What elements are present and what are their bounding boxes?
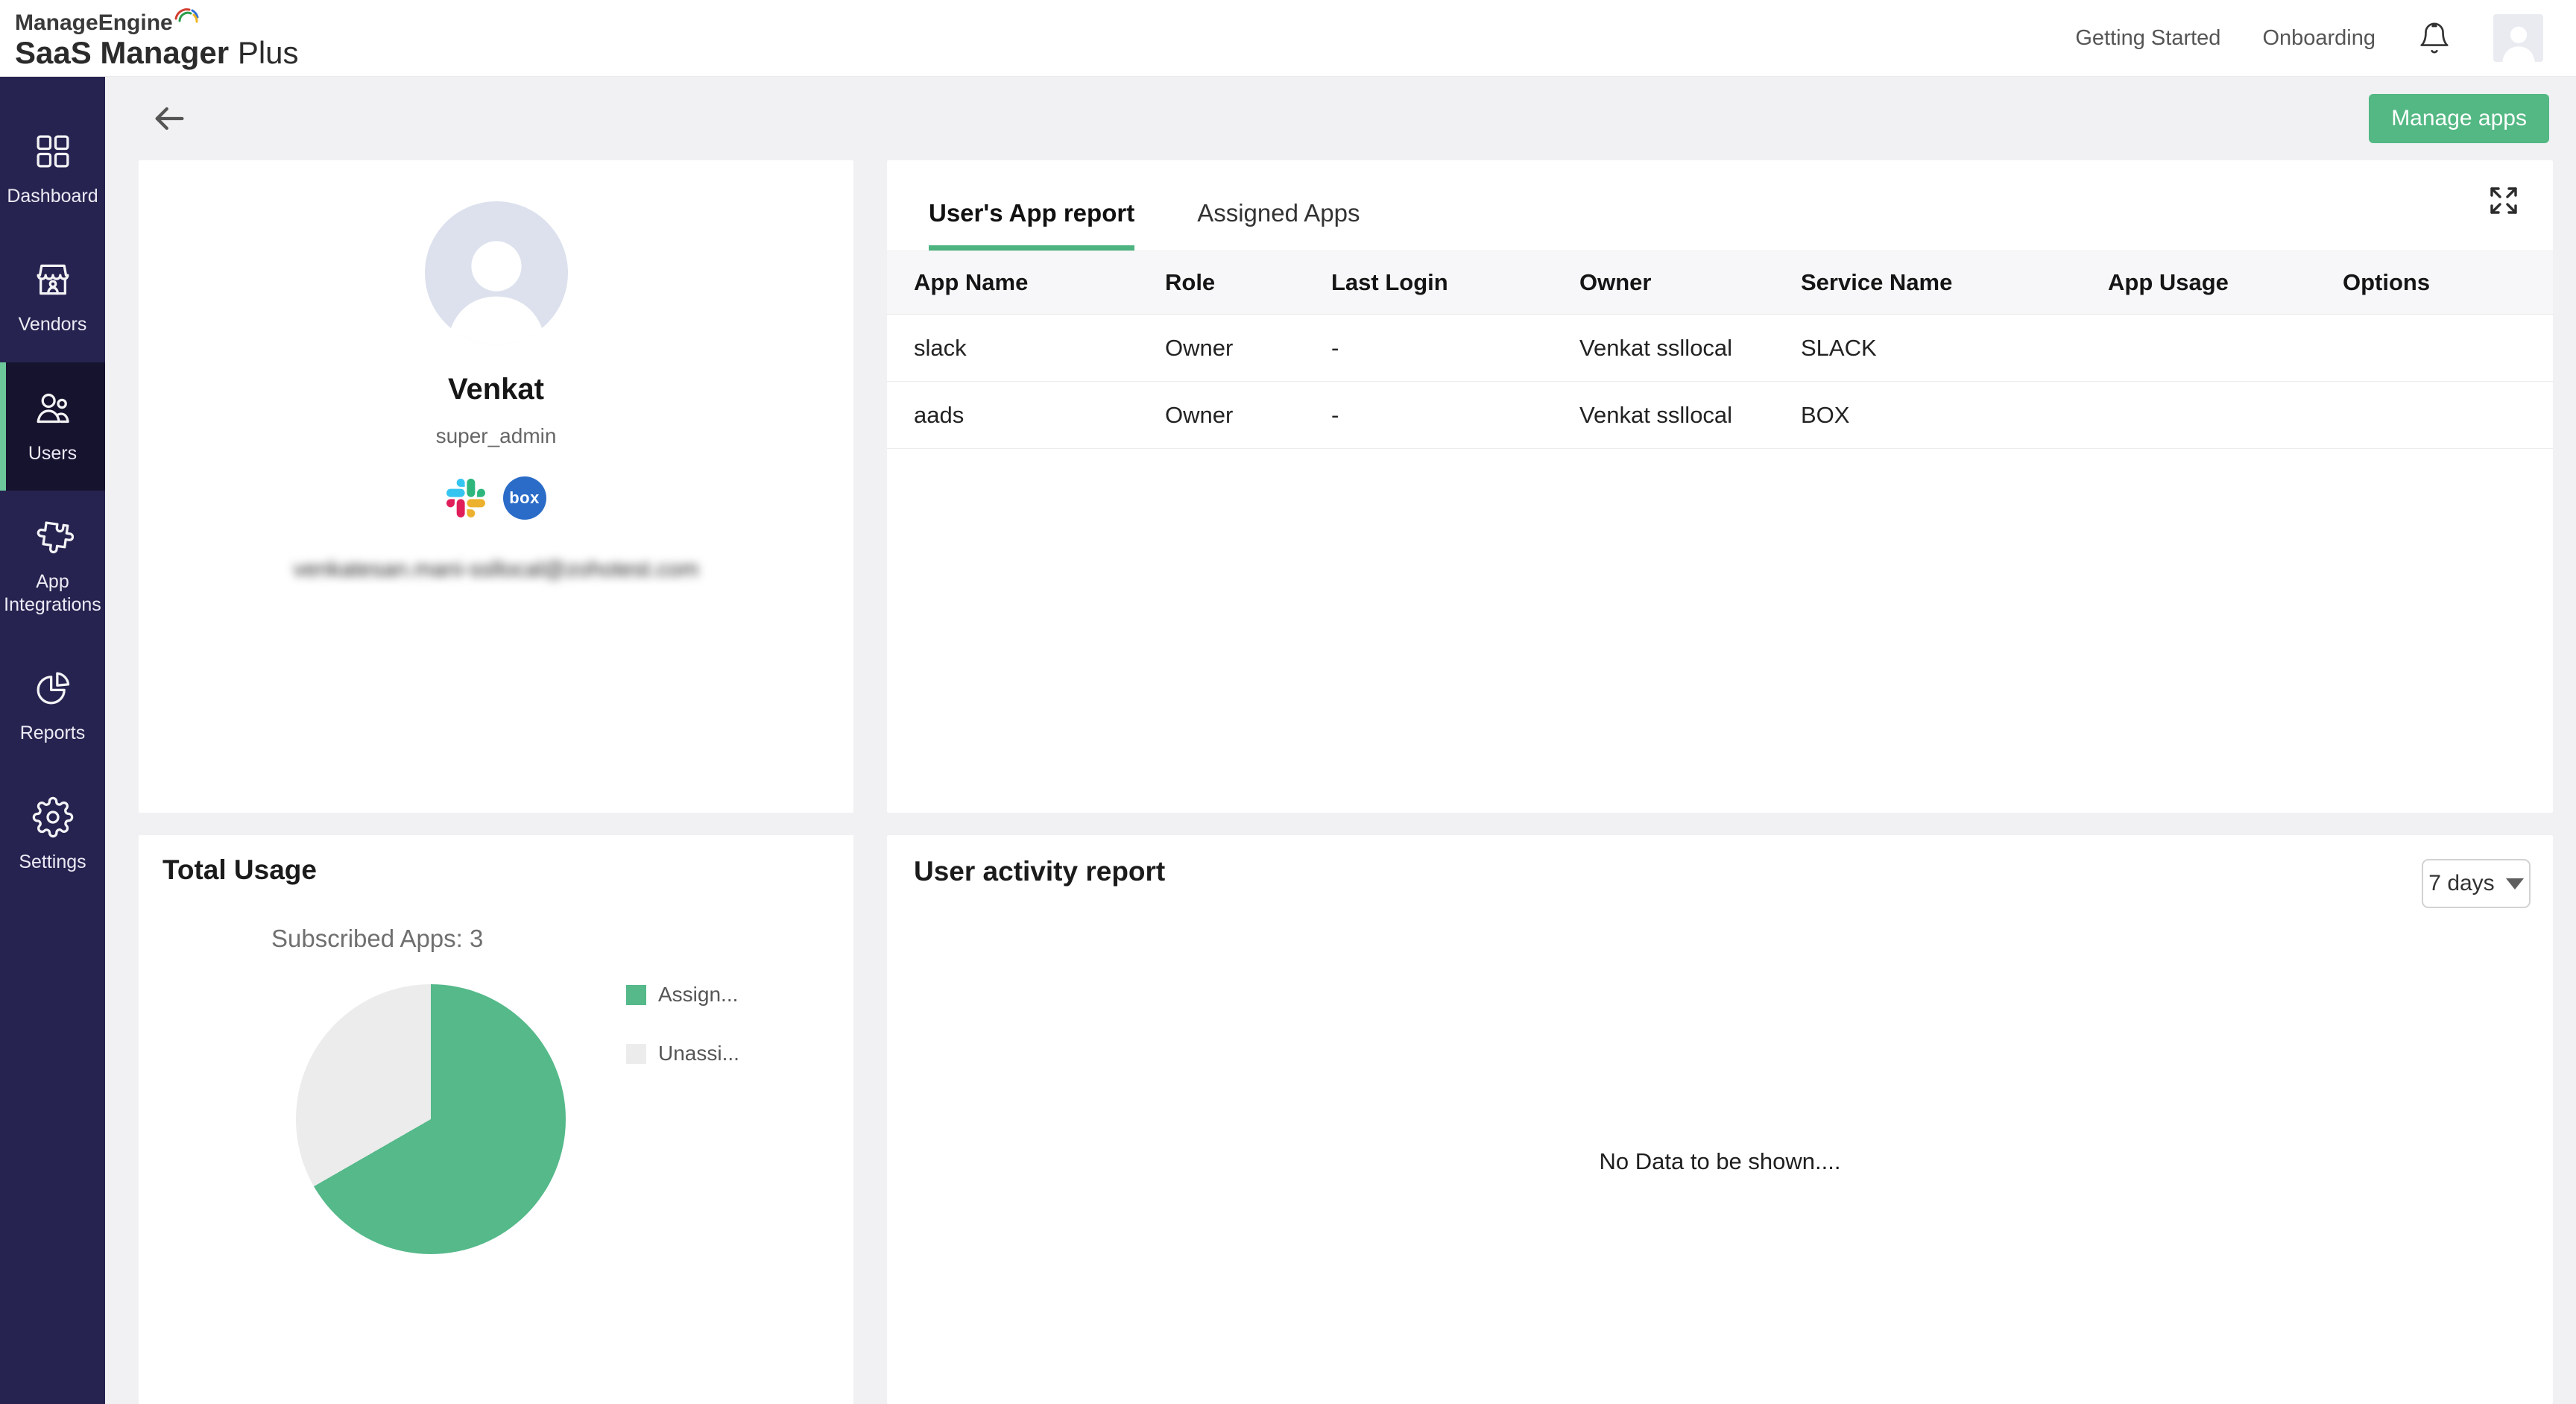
sidebar: Dashboard Vendors Users App Integrations… xyxy=(0,77,105,1404)
sidebar-item-settings[interactable]: Settings xyxy=(0,771,105,899)
back-arrow-icon[interactable] xyxy=(150,99,189,138)
legend-swatch-unassigned xyxy=(626,1044,646,1064)
avatar-silhouette-icon xyxy=(2496,19,2541,62)
legend-swatch-assigned xyxy=(626,985,646,1005)
manage-apps-button[interactable]: Manage apps xyxy=(2369,94,2549,143)
col-owner: Owner xyxy=(1579,269,1801,296)
no-data-message: No Data to be shown.... xyxy=(887,1148,2553,1175)
sidebar-item-users[interactable]: Users xyxy=(0,362,105,491)
cell-service-name: BOX xyxy=(1801,402,2108,429)
table-row: slack Owner - Venkat ssllocal SLACK xyxy=(887,315,2553,382)
table-header-row: App Name Role Last Login Owner Service N… xyxy=(887,251,2553,315)
cell-service-name: SLACK xyxy=(1801,335,2108,362)
cell-last-login: - xyxy=(1331,335,1579,362)
pie-report-icon xyxy=(32,667,74,713)
onboarding-link[interactable]: Onboarding xyxy=(2262,26,2375,51)
cell-app-name: aads xyxy=(914,402,1165,429)
col-app-name: App Name xyxy=(914,269,1165,296)
fullscreen-expand-icon[interactable] xyxy=(2486,183,2522,218)
brand-company-text: ManageEngine xyxy=(15,11,173,35)
sidebar-label: Settings xyxy=(19,851,86,874)
brand-product: SaaS Manager Plus xyxy=(15,37,299,69)
pie-legend: Assign... Unassi... xyxy=(626,983,739,1101)
sidebar-label: Users xyxy=(28,442,77,465)
cell-role: Owner xyxy=(1165,402,1331,429)
main-content: Manage apps Venkat super_admin xyxy=(105,77,2576,1404)
user-apps-card: User's App report Assigned Apps App Name… xyxy=(887,160,2553,813)
dashboard-grid-icon xyxy=(32,130,74,176)
apps-card-tabs: User's App report Assigned Apps xyxy=(887,160,2553,251)
user-activity-card: User activity report 7 days No Data to b… xyxy=(887,835,2553,1404)
chevron-down-icon xyxy=(2506,878,2524,890)
legend-item-unassigned[interactable]: Unassi... xyxy=(626,1042,739,1065)
brand-logo: ManageEngine SaaS Manager Plus xyxy=(15,7,299,69)
brand-company: ManageEngine xyxy=(15,11,299,35)
brand-product-bold: SaaS Manager xyxy=(15,35,229,70)
brand-product-light: Plus xyxy=(238,35,299,70)
user-profile-card: Venkat super_admin box venkatesan.mani-s… xyxy=(139,160,853,813)
col-service-name: Service Name xyxy=(1801,269,2108,296)
usage-card-title: Total Usage xyxy=(139,835,853,886)
cell-owner: Venkat ssllocal xyxy=(1579,335,1801,362)
user-app-report-table: App Name Role Last Login Owner Service N… xyxy=(887,251,2553,449)
sidebar-item-reports[interactable]: Reports xyxy=(0,642,105,770)
sidebar-item-app-integrations[interactable]: App Integrations xyxy=(0,491,105,643)
sidebar-label: Vendors xyxy=(19,313,87,336)
legend-label: Unassi... xyxy=(658,1042,739,1065)
col-options: Options xyxy=(2343,269,2553,296)
legend-label: Assign... xyxy=(658,983,738,1007)
col-app-usage: App Usage xyxy=(2108,269,2343,296)
total-usage-card: Total Usage Subscribed Apps: 3 Assign...… xyxy=(139,835,853,1404)
puzzle-icon xyxy=(32,516,74,561)
sidebar-label: Reports xyxy=(20,722,86,745)
cell-owner: Venkat ssllocal xyxy=(1579,402,1801,429)
slack-icon xyxy=(446,479,485,517)
sidebar-item-dashboard[interactable]: Dashboard xyxy=(0,105,105,233)
time-range-value: 7 days xyxy=(2428,871,2494,896)
sidebar-label: App Integrations xyxy=(0,570,105,617)
subscribed-apps-count: Subscribed Apps: 3 xyxy=(271,925,483,953)
profile-avatar xyxy=(425,201,568,344)
gear-icon xyxy=(32,796,74,842)
avatar-silhouette-icon xyxy=(434,219,559,344)
activity-card-title: User activity report xyxy=(887,835,2553,887)
profile-role: super_admin xyxy=(436,424,557,448)
box-icon: box xyxy=(503,476,546,520)
sidebar-label: Dashboard xyxy=(7,185,98,208)
profile-name: Venkat xyxy=(448,373,544,406)
legend-item-assigned[interactable]: Assign... xyxy=(626,983,739,1007)
sidebar-item-vendors[interactable]: Vendors xyxy=(0,233,105,362)
col-role: Role xyxy=(1165,269,1331,296)
tab-users-app-report[interactable]: User's App report xyxy=(929,199,1134,251)
users-icon xyxy=(32,388,74,433)
user-avatar[interactable] xyxy=(2493,14,2543,62)
cell-app-name: slack xyxy=(914,335,1165,362)
tab-assigned-apps[interactable]: Assigned Apps xyxy=(1197,199,1360,251)
notification-bell-icon[interactable] xyxy=(2417,21,2452,55)
profile-email-blurred: venkatesan.mani-ssllocal@zohotest.com xyxy=(293,557,698,582)
table-row: aads Owner - Venkat ssllocal BOX xyxy=(887,382,2553,449)
getting-started-link[interactable]: Getting Started xyxy=(2075,26,2220,51)
col-last-login: Last Login xyxy=(1331,269,1579,296)
toolbar: Manage apps xyxy=(105,77,2576,160)
manageengine-swoosh-icon xyxy=(174,7,200,28)
topbar: ManageEngine SaaS Manager Plus Getting S… xyxy=(0,0,2576,77)
storefront-icon xyxy=(32,259,74,304)
cell-last-login: - xyxy=(1331,402,1579,429)
cell-role: Owner xyxy=(1165,335,1331,362)
profile-app-icons: box xyxy=(446,476,546,520)
usage-pie-chart xyxy=(296,984,566,1254)
time-range-dropdown[interactable]: 7 days xyxy=(2422,859,2531,908)
